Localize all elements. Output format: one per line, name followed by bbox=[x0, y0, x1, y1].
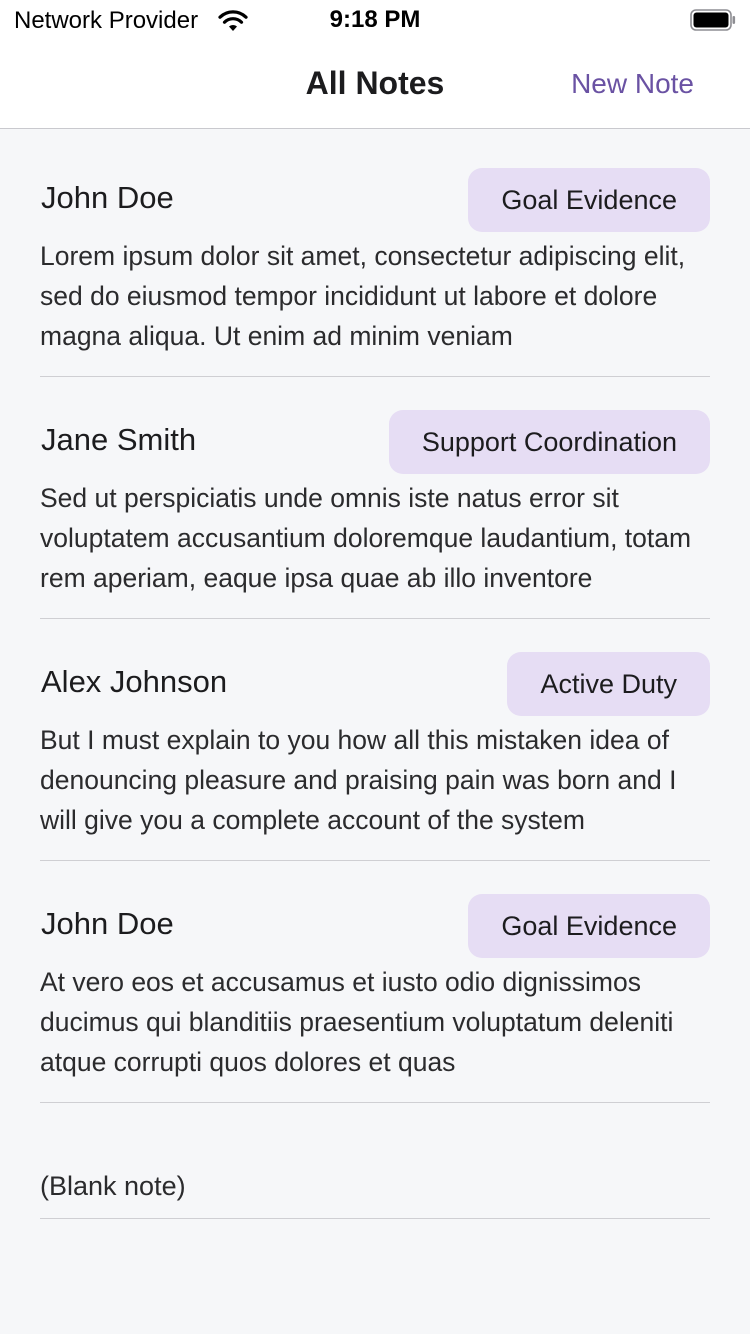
note-preview: (Blank note) bbox=[40, 1171, 186, 1201]
note-list-item[interactable]: John Doe Goal Evidence Lorem ipsum dolor… bbox=[40, 168, 710, 377]
note-header: Alex Johnson Active Duty bbox=[40, 652, 710, 716]
battery-icon bbox=[690, 9, 736, 31]
status-time: 9:18 PM bbox=[329, 6, 421, 33]
note-header: John Doe Goal Evidence bbox=[40, 894, 710, 958]
note-category-badge: Goal Evidence bbox=[468, 168, 710, 232]
note-list-item[interactable]: Alex Johnson Active Duty But I must expl… bbox=[40, 652, 710, 861]
note-preview: Sed ut perspiciatis unde omnis iste natu… bbox=[40, 483, 692, 593]
new-note-button[interactable]: New Note bbox=[571, 68, 694, 100]
note-author: Alex Johnson bbox=[41, 664, 228, 699]
notes-list: John Doe Goal Evidence Lorem ipsum dolor… bbox=[0, 129, 750, 1219]
note-author: John Doe bbox=[41, 180, 174, 215]
top-bar: Network Provider 9:18 PM All Notes New N… bbox=[0, 0, 750, 129]
note-category-badge: Goal Evidence bbox=[468, 894, 710, 958]
note-preview: But I must explain to you how all this m… bbox=[40, 725, 677, 835]
note-list-item[interactable]: (Blank note) bbox=[40, 1136, 710, 1219]
note-preview: At vero eos et accusamus et iusto odio d… bbox=[40, 967, 674, 1077]
note-header: Jane Smith Support Coordination bbox=[40, 410, 710, 474]
note-list-item[interactable]: John Doe Goal Evidence At vero eos et ac… bbox=[40, 894, 710, 1103]
note-category-badge: Support Coordination bbox=[388, 410, 710, 474]
note-author: John Doe bbox=[41, 906, 174, 941]
status-bar: Network Provider 9:18 PM bbox=[0, 0, 750, 44]
note-category-badge: Active Duty bbox=[507, 652, 710, 716]
note-header: John Doe Goal Evidence bbox=[40, 168, 710, 232]
note-preview: Lorem ipsum dolor sit amet, consectetur … bbox=[40, 241, 686, 351]
note-list-item[interactable]: Jane Smith Support Coordination Sed ut p… bbox=[40, 410, 710, 619]
note-author: Jane Smith bbox=[41, 422, 197, 457]
